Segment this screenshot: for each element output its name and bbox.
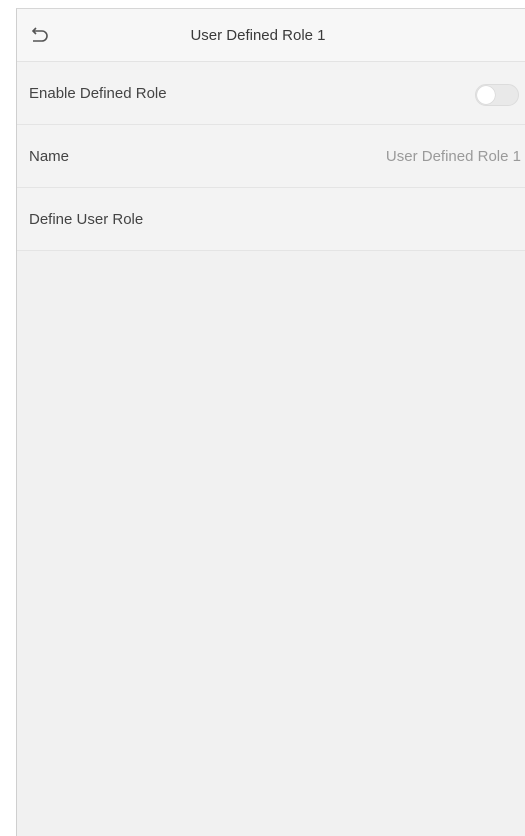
enable-defined-role-label: Enable Defined Role (29, 85, 167, 102)
define-user-role-label: Define User Role (29, 211, 144, 228)
toggle-knob (477, 86, 495, 104)
header-bar: User Defined Role 1 (17, 9, 525, 62)
enable-defined-role-row[interactable]: Enable Defined Role (17, 62, 525, 125)
name-row[interactable]: Name User Defined Role 1 (17, 125, 525, 188)
settings-screen: User Defined Role 1 Enable Defined Role … (16, 8, 525, 836)
enable-defined-role-toggle[interactable] (475, 84, 519, 106)
define-user-role-row[interactable]: Define User Role (17, 188, 525, 251)
name-value: User Defined Role 1 (385, 148, 521, 165)
name-label: Name (29, 148, 70, 165)
page-title: User Defined Role 1 (190, 27, 326, 44)
